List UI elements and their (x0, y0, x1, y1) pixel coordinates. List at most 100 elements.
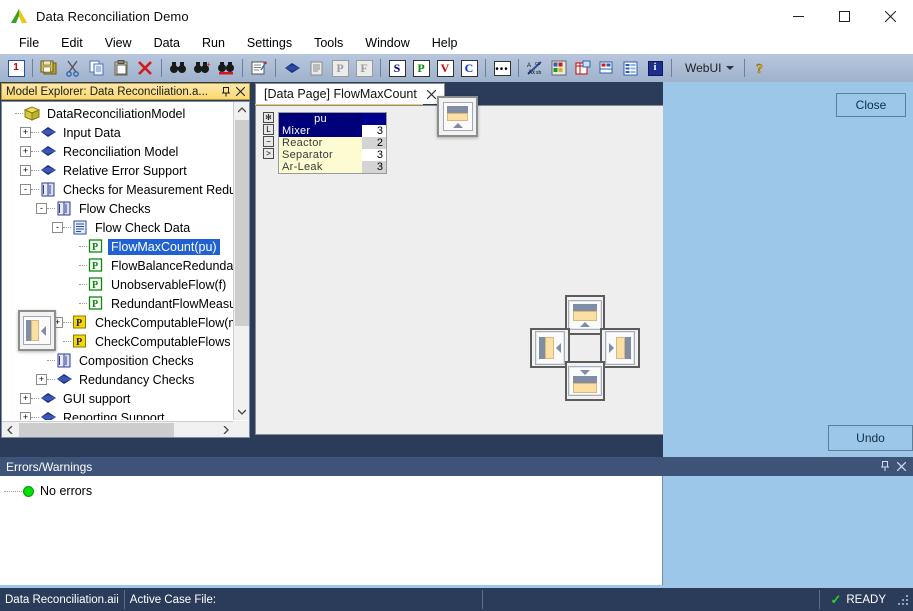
tree-node-datareconciliationmodel[interactable]: DataReconciliationModel (2, 104, 234, 123)
tree-node-gui-support[interactable]: + GUI support (2, 389, 234, 408)
tree-node-flow-checks[interactable]: - Flow Checks (2, 199, 234, 218)
menu-view[interactable]: View (94, 34, 143, 52)
tree-node-reconciliation-model[interactable]: + Reconciliation Model (2, 142, 234, 161)
scrollbar-thumb[interactable] (235, 120, 249, 326)
scroll-left-button[interactable] (2, 422, 18, 437)
tab-close-icon[interactable] (425, 88, 438, 101)
tree-node-redundancy-checks[interactable]: + Redundancy Checks (2, 370, 234, 389)
grid-cell-name[interactable]: Ar-Leak (279, 161, 362, 173)
errors-pin-icon[interactable] (877, 459, 893, 475)
tree-node-composition-checks[interactable]: Composition Checks (2, 351, 234, 370)
delete-icon[interactable] (134, 57, 156, 79)
dock-compass[interactable] (530, 295, 640, 401)
tab-flowmaxcount[interactable]: [Data Page] FlowMaxCount (255, 83, 445, 104)
resize-grip[interactable] (896, 593, 910, 607)
find-next-icon[interactable]: + (191, 57, 213, 79)
data-grid[interactable]: pu Mixer 3 Reactor 2 Separator 3 Ar-Leak 3 (278, 112, 387, 174)
solve-icon[interactable]: S (386, 57, 408, 79)
collapse-icon[interactable]: - (20, 184, 31, 195)
page-p-icon[interactable]: P (329, 57, 351, 79)
table-edit-icon[interactable] (596, 57, 618, 79)
model-tree[interactable]: DataReconciliationModel + Input Data + Recon… (2, 102, 234, 420)
save-all-icon[interactable] (38, 57, 60, 79)
menu-tools[interactable]: Tools (303, 34, 354, 52)
tree-node-input-data[interactable]: + Input Data (2, 123, 234, 142)
grid-header-btn-1[interactable]: L (263, 124, 274, 135)
expand-icon[interactable]: + (20, 165, 31, 176)
tree-node-flowbalanceredundanc[interactable]: P FlowBalanceRedundanc (2, 256, 234, 275)
grid-column-header-pu[interactable]: pu (279, 113, 362, 125)
plot-icon[interactable]: P (410, 57, 432, 79)
scroll-up-button[interactable] (234, 102, 249, 118)
expand-icon[interactable]: + (20, 393, 31, 404)
pin-icon[interactable] (219, 85, 233, 99)
table-row[interactable]: Mixer 3 (279, 125, 386, 137)
expand-icon[interactable]: + (36, 374, 47, 385)
grid-header-btn-0[interactable]: ✻ (263, 112, 274, 123)
page-f-icon[interactable]: F (353, 57, 375, 79)
script-icon[interactable] (305, 57, 327, 79)
grid-column-header-blank[interactable] (362, 113, 386, 125)
minimize-button[interactable] (775, 0, 821, 32)
copy-icon[interactable] (86, 57, 108, 79)
expand-icon[interactable]: + (20, 412, 31, 420)
cut-icon[interactable] (62, 57, 84, 79)
axis-label-icon[interactable]: A cx Ax sb (524, 57, 546, 79)
expand-icon[interactable]: + (20, 127, 31, 138)
menu-settings[interactable]: Settings (236, 34, 303, 52)
tree-node-checks-for-measurement-redundan[interactable]: - Checks for Measurement Redundan (2, 180, 234, 199)
error-list-item[interactable]: No errors (0, 482, 662, 500)
menu-window[interactable]: Window (354, 34, 420, 52)
grid-header-btn-3[interactable]: > (263, 148, 274, 159)
tree-node-relative-error-support[interactable]: + Relative Error Support (2, 161, 234, 180)
tree-horizontal-scrollbar[interactable] (2, 421, 234, 437)
scroll-right-button[interactable] (218, 422, 234, 437)
grid-cell-name[interactable]: Mixer (279, 125, 362, 137)
view-icon[interactable]: V (434, 57, 456, 79)
maximize-button[interactable] (821, 0, 867, 32)
grid-header-btn-2[interactable]: − (263, 136, 274, 147)
find-all-icon[interactable] (215, 57, 237, 79)
menu-help[interactable]: Help (421, 34, 469, 52)
table-row[interactable]: Reactor 2 (279, 137, 386, 149)
tree-node-unobservableflow-f[interactable]: P UnobservableFlow(f) (2, 275, 234, 294)
properties-icon[interactable] (248, 57, 270, 79)
hscrollbar-thumb[interactable] (19, 423, 174, 437)
info-icon[interactable]: i (644, 57, 666, 79)
case-icon[interactable]: C (458, 57, 480, 79)
tree-node-reporting-support[interactable]: + Reporting Support (2, 408, 234, 420)
dock-compass-right[interactable] (600, 328, 640, 368)
menu-data[interactable]: Data (143, 34, 191, 52)
errors-list[interactable]: No errors (0, 476, 663, 585)
menu-run[interactable]: Run (191, 34, 236, 52)
undo-button[interactable]: Undo (828, 425, 913, 451)
dock-left-indicator[interactable] (18, 310, 56, 351)
table-row[interactable]: Separator 3 (279, 149, 386, 161)
library-icon[interactable] (281, 57, 303, 79)
menu-file[interactable]: File (8, 34, 50, 52)
scroll-down-button[interactable] (234, 404, 249, 420)
grid-cell-value[interactable]: 3 (362, 149, 386, 161)
matrix-icon[interactable] (548, 57, 570, 79)
model-tree-container[interactable]: DataReconciliationModel + Input Data + Recon… (1, 101, 250, 438)
help-icon[interactable]: ? (750, 57, 772, 79)
menu-edit[interactable]: Edit (50, 34, 94, 52)
webui-dropdown[interactable]: WebUI (679, 58, 740, 78)
find-icon[interactable] (167, 57, 189, 79)
tree-node-flow-check-data[interactable]: - Flow Check Data (2, 218, 234, 237)
grid-cell-value[interactable]: 3 (362, 161, 386, 173)
grid-cell-value[interactable]: 2 (362, 137, 386, 149)
dock-compass-bottom[interactable] (565, 361, 605, 401)
new-case-icon[interactable]: 1 (5, 57, 27, 79)
close-icon[interactable] (233, 85, 247, 99)
expand-icon[interactable]: + (20, 146, 31, 157)
collapse-icon[interactable]: - (36, 203, 47, 214)
table-add-icon[interactable] (572, 57, 594, 79)
tree-node-flowmaxcount-pu[interactable]: P FlowMaxCount(pu) (2, 237, 234, 256)
paste-icon[interactable] (110, 57, 132, 79)
dock-top-indicator[interactable] (437, 96, 478, 137)
errors-close-icon[interactable] (893, 459, 909, 475)
more-icon[interactable]: ••• (491, 57, 513, 79)
close-button[interactable] (867, 0, 913, 32)
grid-cell-name[interactable]: Reactor (279, 137, 362, 149)
